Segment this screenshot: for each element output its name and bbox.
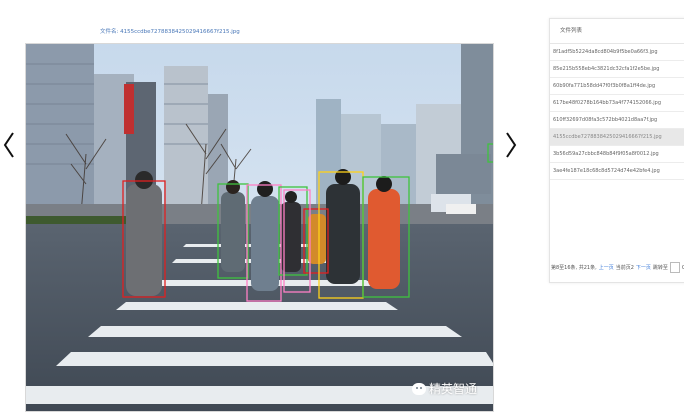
file-list-item[interactable]: 617be48f0278b164bb73a4f774152066.jpg	[550, 95, 684, 112]
filename-value: 4155ccdbe7278838425029416667f215.jpg	[120, 29, 240, 35]
file-list-item[interactable]: 85e215b558eb4c3821dc32cfa1f2e5be.jpg	[550, 61, 684, 78]
jump-label: 跳转至	[652, 265, 668, 271]
file-list: 8f1adf5b5224da8cd804b9f5be0a66f3.jpg 85e…	[550, 44, 684, 180]
next-image-button[interactable]	[502, 128, 520, 162]
previous-image-button[interactable]	[0, 128, 18, 162]
pagination-summary: 第8至16条, 共21条,	[551, 265, 597, 271]
file-list-panel: 文件列表 8f1adf5b5224da8cd804b9f5be0a66f3.jp…	[549, 18, 684, 283]
file-list-item[interactable]: 8f1adf5b5224da8cd804b9f5be0a66f3.jpg	[550, 44, 684, 61]
wechat-icon	[411, 382, 426, 395]
watermark-text: 精英智通	[428, 382, 477, 396]
panel-title: 文件列表	[550, 19, 684, 44]
file-list-item[interactable]: 3ae4fe187e18c68c8d5724d74e42bfe4.jpg	[550, 163, 684, 180]
street-photo	[26, 44, 493, 411]
current-page-text: 当前页2	[615, 265, 634, 271]
chevron-left-icon	[3, 132, 14, 158]
prev-page-link[interactable]: 上一页	[599, 264, 614, 271]
watermark: 精英智通	[411, 380, 477, 397]
file-list-item[interactable]: 60b90fa771b58dd47f0f3b0f8a1ff4de.jpg	[550, 78, 684, 95]
next-page-link[interactable]: 下一页	[636, 264, 651, 271]
page-jump-input[interactable]	[669, 262, 680, 273]
chevron-right-icon	[506, 132, 517, 158]
file-list-item[interactable]: 3b56d59a27cbbc848b84f9f05a8f0012.jpg	[550, 146, 684, 163]
pagination: 第8至16条, 共21条, 上一页 当前页2 下一页 跳转至 G	[551, 262, 684, 273]
file-list-item-selected[interactable]: 4155ccdbe7278838425029416667f215.jpg	[550, 129, 684, 146]
filename-prefix: 文件名:	[100, 29, 119, 35]
filename-label: 文件名: 4155ccdbe7278838425029416667f215.jp…	[100, 27, 240, 35]
image-viewer: 精英智通	[25, 43, 494, 412]
file-list-item[interactable]: 610ff32697d08fa3c572bb4021d8aa7f.jpg	[550, 112, 684, 129]
